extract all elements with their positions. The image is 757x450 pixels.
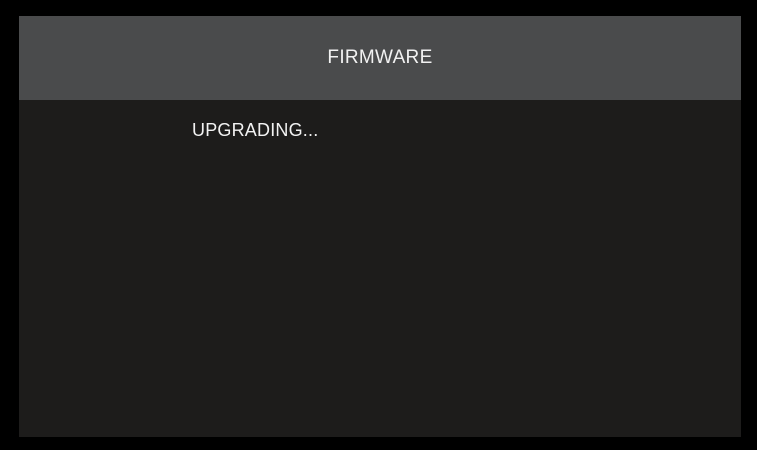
page-title: FIRMWARE [327, 47, 433, 68]
display-screen: FIRMWARE UPGRADING... [19, 16, 741, 437]
device-bezel: FIRMWARE UPGRADING... [0, 0, 757, 450]
header-bar: FIRMWARE [19, 16, 741, 100]
upgrade-status-text: UPGRADING... [192, 120, 319, 140]
